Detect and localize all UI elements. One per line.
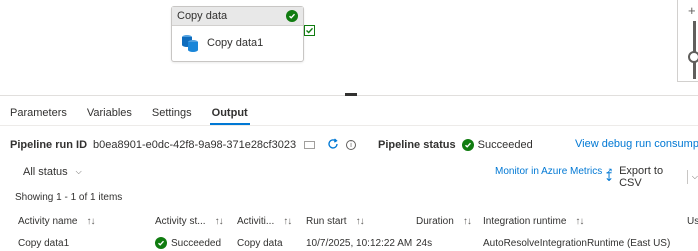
- pipeline-run-id-label: Pipeline run ID: [10, 139, 88, 151]
- splitter-handle[interactable]: [345, 93, 357, 96]
- success-check-icon: [155, 237, 167, 249]
- table-header: Activity name ↑↓ Activity st... ↑↓ Activit…: [0, 213, 698, 229]
- pipeline-status-group: Pipeline status Succeeded: [378, 137, 533, 153]
- monitor-link-label: Monitor in Azure Metrics: [495, 166, 603, 177]
- zoom-slider-thumb[interactable]: [688, 51, 698, 63]
- column-header-duration[interactable]: Duration ↑↓: [416, 213, 472, 229]
- properties-tabs: Parameters Variables Settings Output: [0, 101, 258, 125]
- activity-name: Copy data1: [207, 37, 264, 49]
- table-row[interactable]: Copy data1 Succeeded Copy data 10/7/2025…: [0, 235, 698, 251]
- column-header-user-properties[interactable]: Us: [687, 213, 698, 229]
- success-check-icon: [461, 139, 474, 151]
- cell-integration-runtime: AutoResolveIntegrationRuntime (East US): [483, 237, 671, 249]
- tab-parameters[interactable]: Parameters: [0, 101, 77, 125]
- tab-settings[interactable]: Settings: [142, 101, 202, 125]
- column-header-integration-runtime[interactable]: Integration runtime ↑↓: [483, 213, 584, 229]
- column-header-run-start[interactable]: Run start ↑↓: [306, 213, 365, 229]
- cell-run-start: 10/7/2025, 10:12:22 AM: [306, 237, 413, 249]
- column-header-activity-status[interactable]: Activity st... ↑↓: [155, 213, 224, 229]
- cell-activity-type: Copy data: [237, 237, 283, 249]
- success-check-icon: [286, 10, 298, 22]
- column-header-label: Integration runtime: [483, 215, 567, 227]
- tabs-divider: [0, 125, 698, 126]
- pipeline-status-value: Succeeded: [477, 139, 533, 151]
- column-header-activity-type[interactable]: Activiti... ↑↓: [237, 213, 292, 229]
- sort-icon: ↑↓: [86, 215, 95, 227]
- pipeline-status-label: Pipeline status: [378, 139, 456, 151]
- chevron-down-icon[interactable]: ⌵: [692, 172, 698, 182]
- column-header-activity-name[interactable]: Activity name ↑↓: [18, 213, 95, 229]
- view-debug-run-consumption-link[interactable]: View debug run consumption: [575, 138, 698, 150]
- column-header-label: Duration: [416, 215, 454, 227]
- pipeline-canvas[interactable]: Copy data Copy data1 +: [0, 0, 698, 96]
- activity-card-header: Copy data: [172, 7, 303, 26]
- sort-icon: ↑↓: [214, 215, 224, 227]
- column-header-label: Us: [687, 215, 698, 227]
- status-filter-label: All status: [23, 166, 68, 178]
- sort-icon: ↑↓: [575, 215, 584, 227]
- items-count-text: Showing 1 - 1 of 1 items: [15, 192, 123, 203]
- activity-type-label: Copy data: [177, 10, 228, 22]
- export-divider: [687, 170, 688, 184]
- copy-icon[interactable]: [304, 141, 316, 149]
- copy-data-icon: [180, 33, 200, 53]
- tab-variables[interactable]: Variables: [77, 101, 142, 125]
- zoom-plus-icon[interactable]: +: [688, 3, 696, 18]
- sort-icon: ↑↓: [462, 215, 472, 227]
- cell-duration: 24s: [416, 237, 433, 249]
- status-filter-dropdown[interactable]: All status ⌵: [23, 166, 82, 178]
- cell-status-label: Succeeded: [171, 237, 222, 249]
- export-to-csv-button[interactable]: ↧ Export to CSV ⌵: [604, 165, 698, 189]
- column-header-label: Activity st...: [155, 215, 206, 227]
- zoom-panel: +: [677, 0, 698, 82]
- sort-icon: ↑↓: [355, 215, 365, 227]
- column-header-label: Run start: [306, 215, 347, 227]
- column-header-label: Activity name: [18, 215, 78, 227]
- success-output-port[interactable]: [304, 25, 315, 36]
- copy-data-activity-card[interactable]: Copy data Copy data1: [171, 6, 304, 62]
- refresh-icon[interactable]: [327, 138, 339, 153]
- cell-activity-status: Succeeded: [155, 235, 221, 251]
- tab-output[interactable]: Output: [202, 101, 258, 125]
- info-icon[interactable]: i: [346, 140, 357, 150]
- cell-activity-name[interactable]: Copy data1: [18, 235, 69, 251]
- sort-icon: ↑↓: [283, 215, 292, 227]
- export-label: Export to CSV: [619, 165, 664, 189]
- success-port-check-icon: [306, 27, 314, 34]
- pipeline-run-id-value: b0ea8901-e0dc-42f8-9a98-371e28cf3023: [93, 139, 297, 151]
- zoom-slider-track[interactable]: [693, 21, 696, 79]
- column-header-label: Activiti...: [237, 215, 275, 227]
- pipeline-run-id-row: Pipeline run ID b0ea8901-e0dc-42f8-9a98-…: [10, 137, 357, 153]
- download-icon: ↧: [604, 170, 615, 184]
- monitor-in-azure-metrics-link[interactable]: Monitor in Azure Metrics ↗: [495, 166, 613, 177]
- chevron-down-icon: ⌵: [75, 167, 82, 176]
